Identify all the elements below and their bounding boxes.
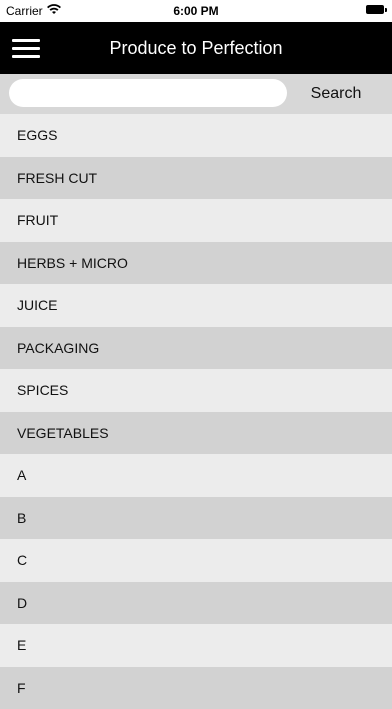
page-title: Produce to Perfection (0, 22, 392, 74)
list-item[interactable]: FRESH CUT (0, 157, 392, 200)
list-item[interactable]: C (0, 539, 392, 582)
search-bar: Search (0, 74, 392, 114)
list-item[interactable]: VEGETABLES (0, 412, 392, 455)
list-item[interactable]: EGGS (0, 114, 392, 157)
list-item[interactable]: B (0, 497, 392, 540)
list-item[interactable]: PACKAGING (0, 327, 392, 370)
category-list: EGGS FRESH CUT FRUIT HERBS + MICRO JUICE… (0, 114, 392, 709)
search-button[interactable]: Search (296, 79, 376, 109)
list-item[interactable]: A (0, 454, 392, 497)
status-bar: Carrier 6:00 PM (0, 0, 392, 22)
list-item[interactable]: JUICE (0, 284, 392, 327)
list-item[interactable]: F (0, 667, 392, 709)
list-item[interactable]: SPICES (0, 369, 392, 412)
list-item[interactable]: D (0, 582, 392, 625)
nav-bar: Produce to Perfection (0, 22, 392, 74)
list-item[interactable]: E (0, 624, 392, 667)
battery-icon (366, 5, 384, 14)
status-time: 6:00 PM (0, 4, 392, 18)
list-item[interactable]: HERBS + MICRO (0, 242, 392, 285)
list-item[interactable]: FRUIT (0, 199, 392, 242)
search-input[interactable] (9, 79, 287, 107)
